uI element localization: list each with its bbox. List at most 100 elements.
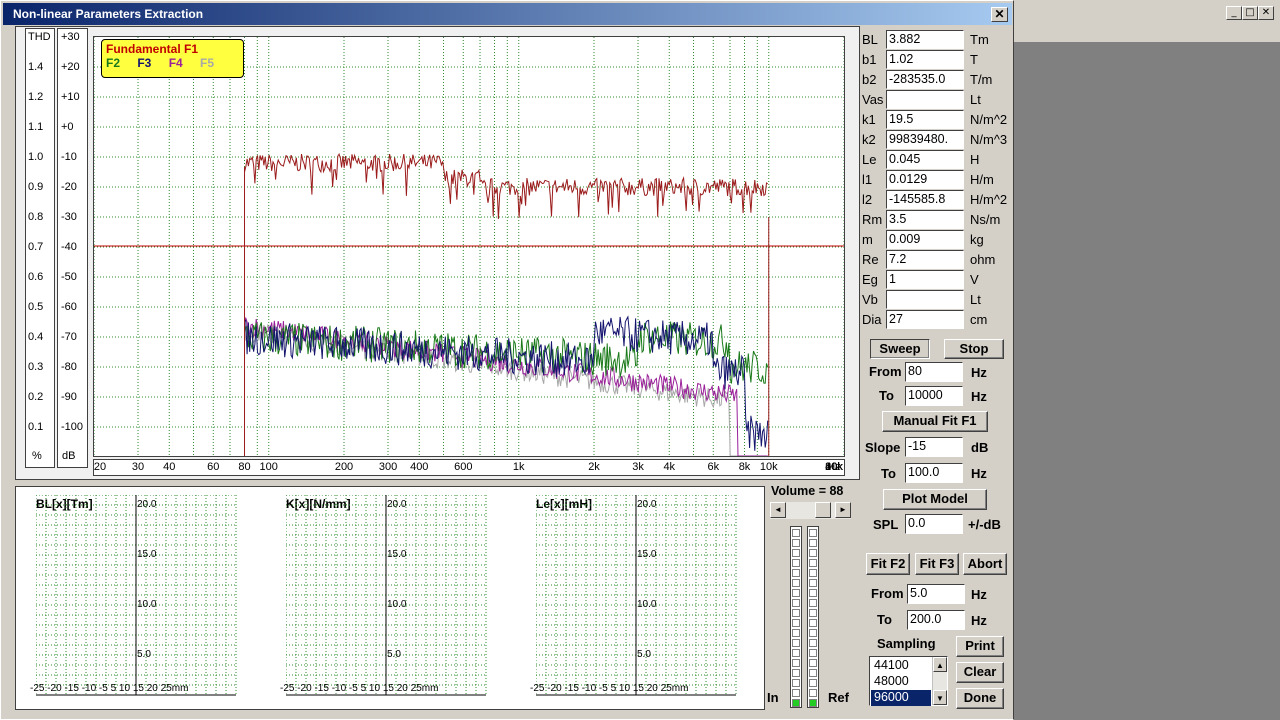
param-unit: N/m^2 [970, 112, 1008, 127]
mdi-maximize-button[interactable]: □ [1242, 6, 1258, 20]
param-value-field[interactable]: 19.5 [886, 110, 964, 129]
close-button[interactable]: ✕ [991, 7, 1008, 22]
print-button[interactable]: Print [956, 636, 1004, 657]
param-value-field[interactable]: 1 [886, 270, 964, 289]
param-value-field[interactable]: 3.882 [886, 30, 964, 49]
thd-tick: 0.6 [28, 271, 44, 283]
db-tick: -70 [61, 331, 77, 343]
param-unit: ohm [970, 252, 996, 267]
param-unit: kg [970, 232, 984, 247]
slope-field[interactable]: -15 [905, 437, 963, 457]
abort-button[interactable]: Abort [963, 553, 1007, 575]
param-value-field[interactable]: 0.009 [886, 230, 964, 249]
sampling-option[interactable]: 96000 [871, 690, 931, 706]
fit-from-unit: Hz [971, 587, 987, 602]
thd-scale-footer: % [32, 450, 42, 462]
param-value-field[interactable]: 7.2 [886, 250, 964, 269]
small-graph-y-tick: 10.0 [637, 599, 657, 610]
meter-segment [792, 599, 800, 607]
param-unit: Ns/m [970, 212, 1001, 227]
param-value-field[interactable] [886, 90, 964, 109]
param-unit: Tm [970, 32, 989, 47]
sampling-option[interactable]: 44100 [871, 658, 931, 674]
fit-f2-button[interactable]: Fit F2 [866, 553, 910, 575]
meter-segment [792, 639, 800, 647]
mdi-close-button[interactable]: ✕ [1258, 6, 1274, 20]
param-value-field[interactable]: 0.045 [886, 150, 964, 169]
frequency-tick-label: 400 [410, 461, 429, 473]
thd-tick: 0.8 [28, 211, 44, 223]
meter-segment [792, 569, 800, 577]
param-label: b2 [862, 72, 877, 87]
meter-segment [809, 569, 817, 577]
sweep-to-unit: Hz [971, 389, 987, 404]
fit-range-to-unit: Hz [971, 613, 987, 628]
volume-left-icon[interactable]: ◄ [770, 502, 786, 518]
sweep-from-field[interactable]: 80 [905, 362, 963, 382]
meter-segment [809, 599, 817, 607]
stop-button[interactable]: Stop [944, 339, 1004, 359]
param-value-field[interactable]: 0.0129 [886, 170, 964, 189]
volume-slider[interactable]: ◄ ► [770, 502, 851, 519]
param-value-field[interactable]: -145585.8 [886, 190, 964, 209]
frequency-tick-label: 1k [512, 461, 525, 473]
sampling-scrollbar[interactable]: ▲ ▼ [932, 657, 947, 705]
sampling-listbox[interactable]: 44100 48000 96000 ▲ ▼ [869, 656, 948, 706]
frequency-tick-label: 3k [632, 461, 644, 473]
param-value-field[interactable]: 1.02 [886, 50, 964, 69]
frequency-tick-label: Hz [827, 461, 841, 473]
fit-f3-button[interactable]: Fit F3 [915, 553, 959, 575]
slope-label: Slope [865, 440, 901, 455]
param-unit: Lt [970, 292, 981, 307]
legend-f1: Fundamental F1 [106, 42, 199, 56]
fit-from-field[interactable]: 5.0 [907, 584, 965, 604]
small-graph-y-tick: 20.0 [137, 499, 157, 510]
small-graph-y-tick: 5.0 [387, 649, 401, 660]
param-value-field[interactable]: 27 [886, 310, 964, 329]
param-value-field[interactable]: 99839480. [886, 130, 964, 149]
param-label: Le [862, 152, 877, 167]
frequency-tick-label: 40 [163, 461, 176, 473]
param-value-field[interactable] [886, 290, 964, 309]
param-label: Vb [862, 292, 878, 307]
thd-tick: 0.2 [28, 391, 44, 403]
volume-right-icon[interactable]: ► [835, 502, 851, 518]
sweep-to-field[interactable]: 10000 [905, 386, 963, 406]
meter-segment [792, 689, 800, 697]
meter-segment [792, 559, 800, 567]
frequency-axis: 20 30 40 60 80 100 200 300 400 600 1k 2k 3k 4k 6k 8k 10k… [93, 459, 845, 476]
scroll-down-icon[interactable]: ▼ [933, 690, 947, 705]
frequency-tick-label: 6k [707, 461, 720, 473]
scroll-up-icon[interactable]: ▲ [933, 657, 947, 672]
param-unit: T/m [970, 72, 993, 87]
spl-unit: +/-dB [968, 517, 1001, 532]
small-graph-x-ticks: -25 -20 -15 -10 -5 5 10 15 20 25mm [530, 683, 689, 694]
param-value-field[interactable]: 3.5 [886, 210, 964, 229]
param-unit: H [970, 152, 980, 167]
volume-thumb[interactable] [815, 502, 832, 518]
meter-segment [792, 609, 800, 617]
manual-fit-button[interactable]: Manual Fit F1 [882, 411, 988, 432]
meter-segment [809, 629, 817, 637]
db-tick: -50 [61, 271, 77, 283]
param-unit: V [970, 272, 979, 287]
param-label: k1 [862, 112, 876, 127]
param-value-field[interactable]: -283535.0 [886, 70, 964, 89]
param-label: Eg [862, 272, 878, 287]
sweep-button[interactable]: Sweep [870, 339, 930, 359]
fit-range-to-field[interactable]: 200.0 [907, 610, 965, 630]
thd-scale: THD 1.4 1.2 1.1 1.0 0.9 0.8 0.7 0.6 0.5 0.4 0.3 0.2… [25, 28, 55, 468]
meter-segment [792, 539, 800, 547]
plot-model-button[interactable]: Plot Model [883, 489, 987, 510]
frequency-tick-label: 2k [588, 461, 600, 473]
clear-button[interactable]: Clear [956, 662, 1004, 683]
meter-segment [792, 649, 800, 657]
fit-to-field[interactable]: 100.0 [905, 463, 963, 483]
spl-field[interactable]: 0.0 [905, 514, 963, 534]
param-label: Re [862, 252, 879, 267]
mdi-minimize-button[interactable]: _ [1226, 6, 1242, 20]
fit-range-to-label: To [877, 612, 892, 627]
param-label: Dia [862, 312, 882, 327]
done-button[interactable]: Done [956, 688, 1004, 709]
sampling-option[interactable]: 48000 [871, 674, 931, 690]
